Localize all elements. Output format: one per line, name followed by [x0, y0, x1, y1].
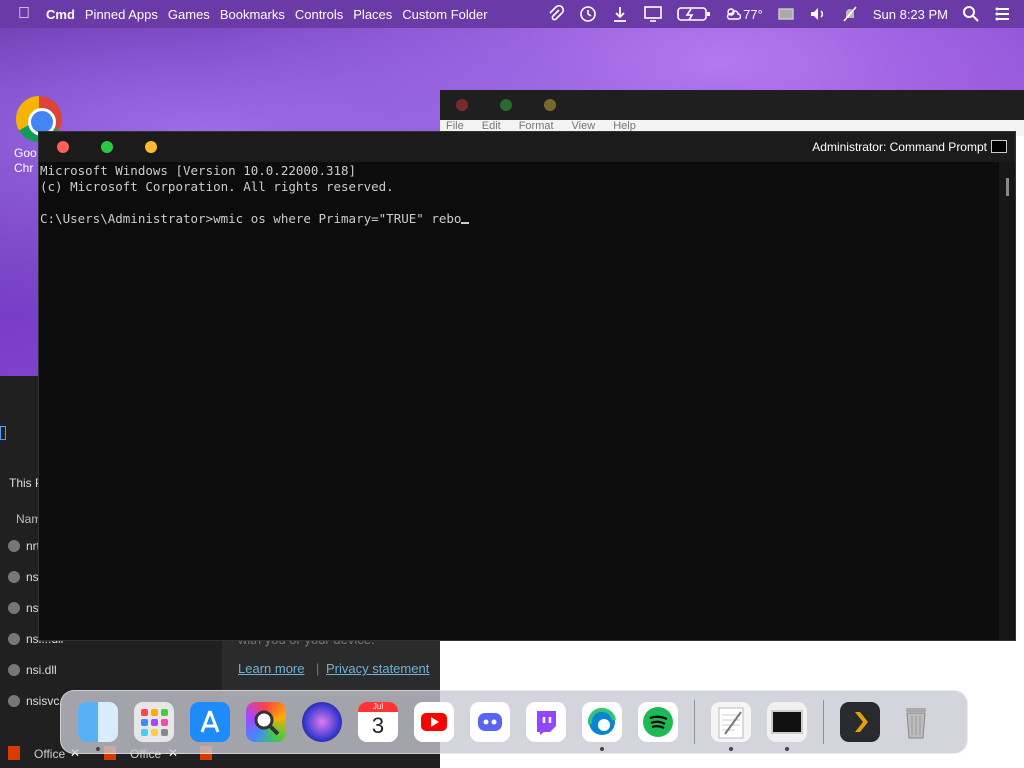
privacy-statement-link[interactable]: Privacy statement — [326, 661, 429, 676]
menu-controls[interactable]: Controls — [295, 7, 343, 22]
notepad-titlebar — [440, 90, 1024, 120]
notepad-minimize-button[interactable] — [544, 99, 556, 111]
magnifier-icon — [254, 710, 280, 736]
edge-logo-icon — [587, 707, 616, 735]
privacy-card: with you or your device. Learn more | Pr… — [222, 632, 440, 696]
cmd-window-title: Administrator: Command Prompt — [812, 140, 987, 154]
battery-icon[interactable] — [677, 5, 711, 23]
cmd-minimize-button[interactable] — [145, 141, 157, 153]
console-line-version: Microsoft Windows [Version 10.0.22000.31… — [40, 163, 357, 178]
cmd-app-icon — [991, 140, 1007, 153]
apple-menu-icon[interactable]:  — [18, 5, 30, 23]
calendar-day: 3 — [371, 713, 385, 738]
running-indicator — [729, 747, 733, 751]
menu-pinned-apps[interactable]: Pinned Apps — [85, 7, 158, 22]
file-row[interactable]: nsisvc. — [8, 694, 63, 708]
youtube-dock-icon[interactable] — [414, 702, 454, 742]
menu-bookmarks[interactable]: Bookmarks — [220, 7, 285, 22]
learn-more-link[interactable]: Learn more — [238, 661, 304, 676]
app-store-a-icon — [200, 710, 220, 733]
terminal-screen-icon — [771, 710, 803, 734]
menu-app-name[interactable]: Cmd — [46, 7, 75, 22]
link-separator: | — [316, 661, 320, 676]
cmd-scrollbar-thumb[interactable] — [1006, 178, 1009, 196]
trash-icon — [906, 708, 926, 739]
command-prompt-window: Administrator: Command Prompt Microsoft … — [38, 131, 1016, 641]
dock-separator — [823, 700, 824, 744]
file-icon — [8, 540, 20, 552]
notepad-zoom-button[interactable] — [500, 99, 512, 111]
mail-icon[interactable] — [777, 5, 795, 23]
file-icon — [8, 571, 20, 583]
dock-separator — [694, 700, 695, 744]
paperclip-icon[interactable] — [547, 5, 565, 23]
discord-logo-icon — [478, 713, 502, 731]
trash-dock-icon[interactable] — [896, 702, 936, 742]
calendar-month: Jul — [358, 702, 398, 712]
control-center-icon[interactable] — [994, 5, 1012, 23]
menu-custom-folder[interactable]: Custom Folder — [402, 7, 487, 22]
file-row[interactable]: nsi.dll — [8, 663, 57, 677]
console-command-text: C:\Users\Administrator>wmic os where Pri… — [40, 211, 462, 226]
menu-places[interactable]: Places — [353, 7, 392, 22]
taskbar-item-office-1[interactable]: Office — [34, 747, 65, 761]
menu-bar:  Cmd Pinned Apps Games Bookmarks Contro… — [0, 0, 1024, 28]
volume-icon[interactable] — [809, 5, 827, 23]
console-prompt-line[interactable]: C:\Users\Administrator>wmic os where Pri… — [40, 211, 1015, 227]
calendar-dock-icon[interactable]: Jul 3 — [358, 702, 398, 742]
system-preferences-dock-icon[interactable] — [246, 702, 286, 742]
weather-temperature: 77° — [743, 6, 763, 22]
twitch-dock-icon[interactable] — [526, 702, 566, 742]
download-icon[interactable] — [611, 5, 629, 23]
discord-dock-icon[interactable] — [470, 702, 510, 742]
twitch-logo-icon — [537, 711, 556, 735]
youtube-play-icon — [421, 713, 447, 731]
file-icon — [8, 602, 20, 614]
cmd-zoom-button[interactable] — [101, 141, 113, 153]
explorer-selection-indicator — [0, 426, 6, 440]
plex-dock-icon[interactable] — [840, 702, 880, 742]
notifications-off-icon[interactable] — [841, 5, 859, 23]
siri-dock-icon[interactable] — [302, 702, 342, 742]
running-indicator — [785, 747, 789, 751]
dock: Jul 3 — [60, 690, 968, 754]
file-icon — [8, 633, 20, 645]
search-icon[interactable] — [962, 5, 980, 23]
console-line-copyright: (c) Microsoft Corporation. All rights re… — [40, 179, 394, 194]
cmd-console[interactable]: Microsoft Windows [Version 10.0.22000.31… — [39, 162, 1015, 227]
file-icon — [8, 664, 20, 676]
plex-chevron-icon — [855, 712, 868, 732]
running-indicator — [600, 747, 604, 751]
weather-widget[interactable]: 77° — [725, 6, 763, 22]
terminal-dock-icon[interactable] — [767, 702, 807, 751]
notepad-close-button[interactable] — [456, 99, 468, 111]
file-row[interactable]: nrt — [8, 539, 40, 553]
clock[interactable]: Sun 8:23 PM — [873, 7, 948, 22]
launchpad-grid-icon — [141, 709, 168, 736]
cmd-titlebar[interactable]: Administrator: Command Prompt — [39, 132, 1015, 162]
app-store-dock-icon[interactable] — [190, 702, 230, 742]
history-icon[interactable] — [579, 5, 597, 23]
menu-games[interactable]: Games — [168, 7, 210, 22]
spotify-dock-icon[interactable] — [638, 702, 678, 742]
display-icon[interactable] — [643, 5, 663, 23]
cloudy-sun-icon — [727, 8, 742, 20]
office-icon — [8, 746, 20, 760]
file-icon — [8, 695, 20, 707]
running-indicator — [96, 747, 100, 751]
launchpad-dock-icon[interactable] — [134, 702, 174, 742]
spotify-logo-icon — [643, 707, 673, 737]
edge-dock-icon[interactable] — [582, 702, 622, 751]
textedit-dock-icon[interactable] — [711, 702, 751, 751]
cmd-close-button[interactable] — [57, 141, 69, 153]
notepad-pencil-icon — [718, 707, 744, 739]
console-cursor — [461, 222, 470, 224]
file-row[interactable]: nsl — [8, 570, 41, 584]
finder-dock-icon[interactable] — [78, 702, 118, 751]
cmd-scrollbar[interactable] — [999, 162, 1015, 640]
file-row[interactable]: nsl — [8, 601, 41, 615]
